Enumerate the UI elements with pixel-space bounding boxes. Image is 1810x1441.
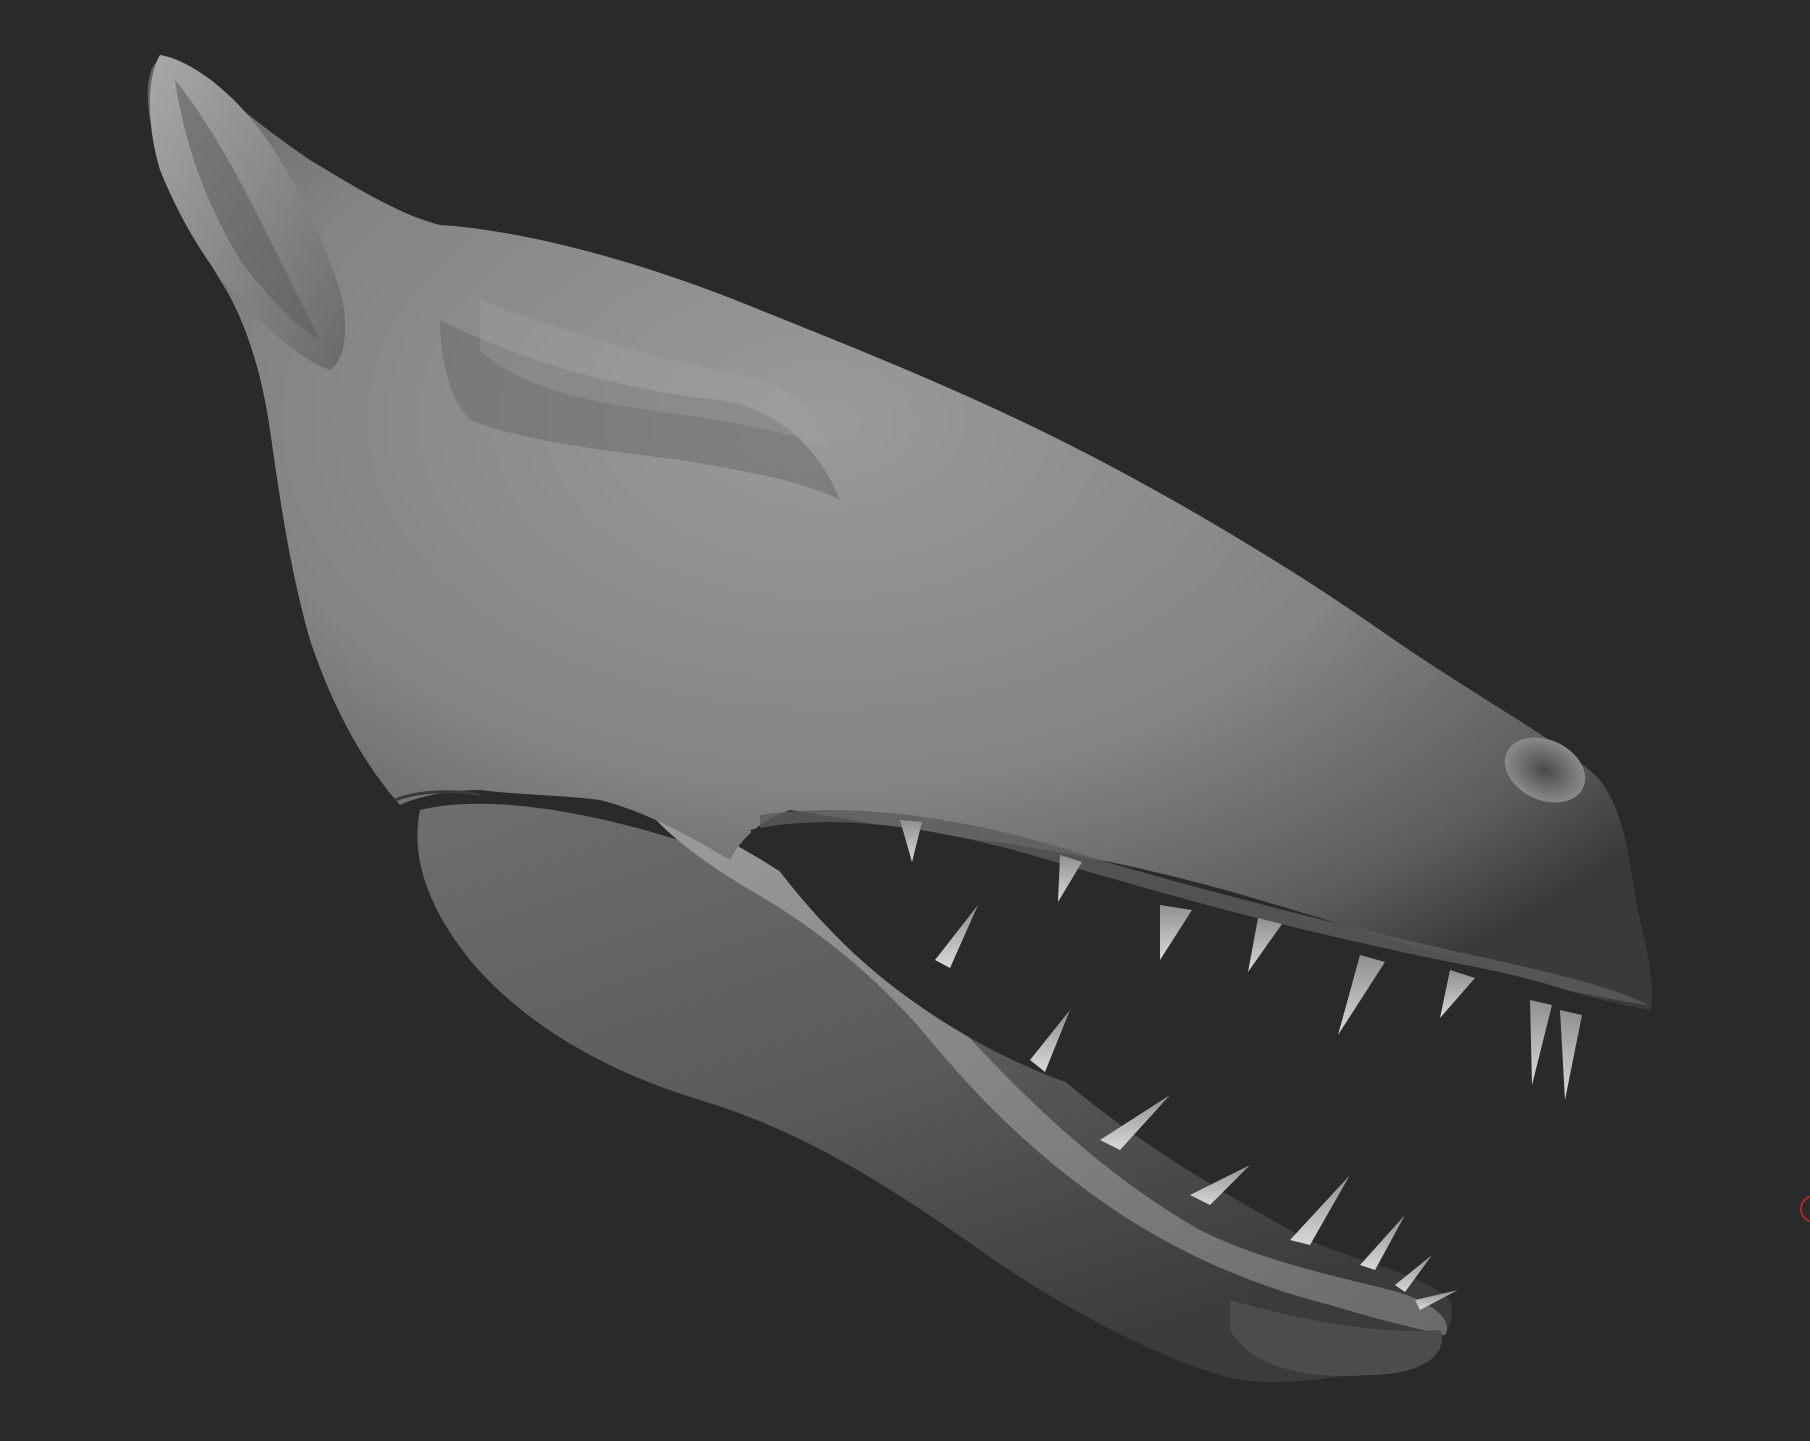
3d-viewport[interactable] (0, 0, 1810, 1441)
sculpt-canvas[interactable] (0, 0, 1810, 1441)
upper-skull (147, 60, 1652, 1114)
